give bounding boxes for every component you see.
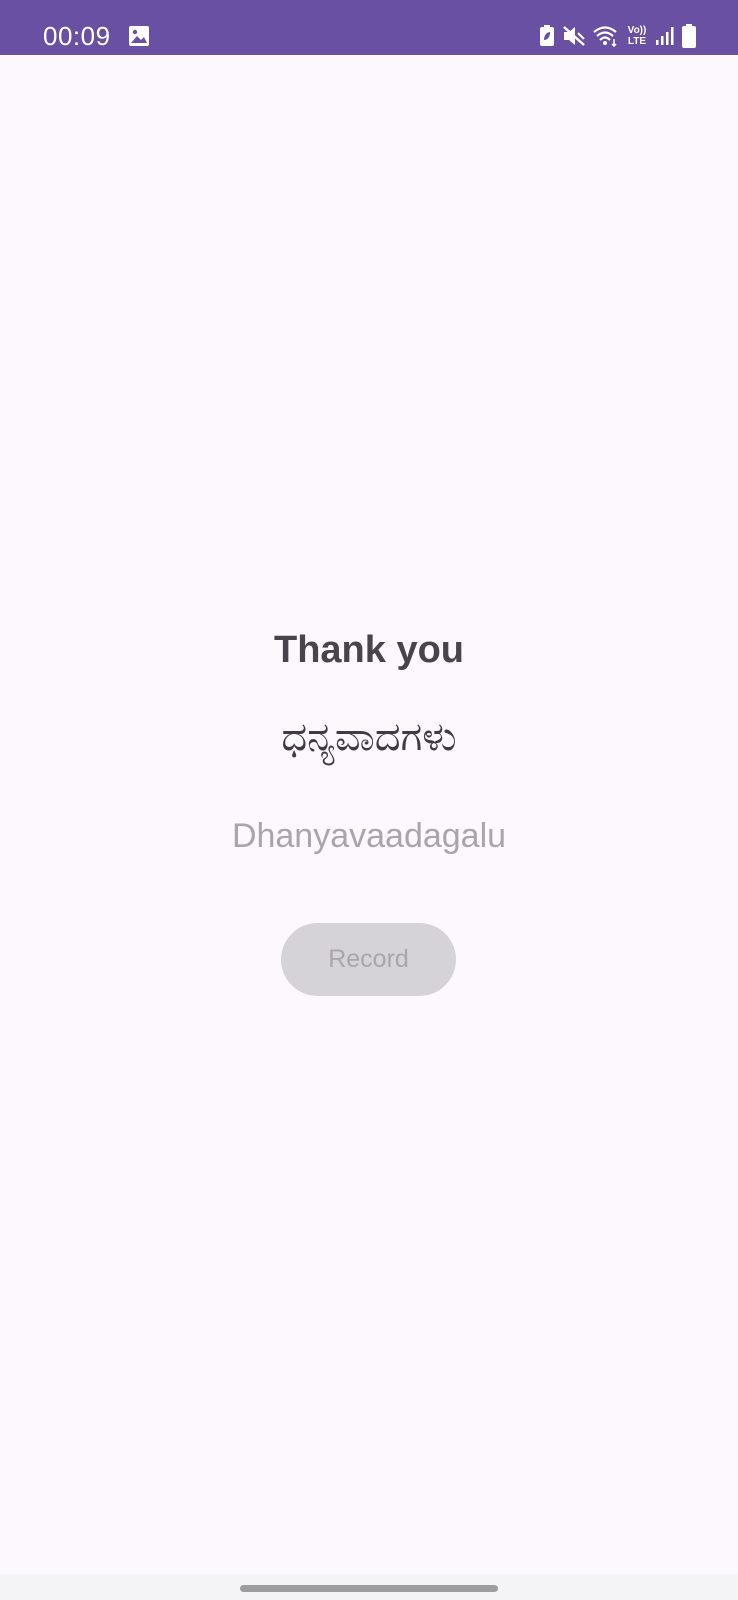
kannada-phrase: ಧನ್ಯವಾದಗಳು <box>281 714 457 760</box>
status-bar: 00:09 Vo)) LTE <box>0 0 738 55</box>
battery-saver-icon <box>539 25 555 47</box>
transliteration: Dhanyavaadagalu <box>231 817 507 855</box>
mute-icon <box>562 25 586 47</box>
image-icon <box>128 25 150 47</box>
wifi-icon <box>593 25 619 47</box>
signal-icon <box>655 25 675 47</box>
navigation-bar <box>0 1574 738 1600</box>
main-content: Thank you ಧನ್ಯವಾದಗಳು Dhanyavaadagalu Rec… <box>0 55 738 1574</box>
status-time: 00:09 <box>43 21 111 51</box>
record-button[interactable]: Record <box>281 923 456 996</box>
volte-label-top: Vo)) <box>627 25 647 36</box>
status-icons: Vo)) LTE <box>539 23 696 49</box>
english-phrase: Thank you <box>273 629 465 671</box>
home-indicator[interactable] <box>240 1585 498 1592</box>
volte-label-bottom: LTE <box>627 36 647 47</box>
battery-icon <box>682 24 696 48</box>
volte-icon: Vo)) LTE <box>626 25 648 47</box>
